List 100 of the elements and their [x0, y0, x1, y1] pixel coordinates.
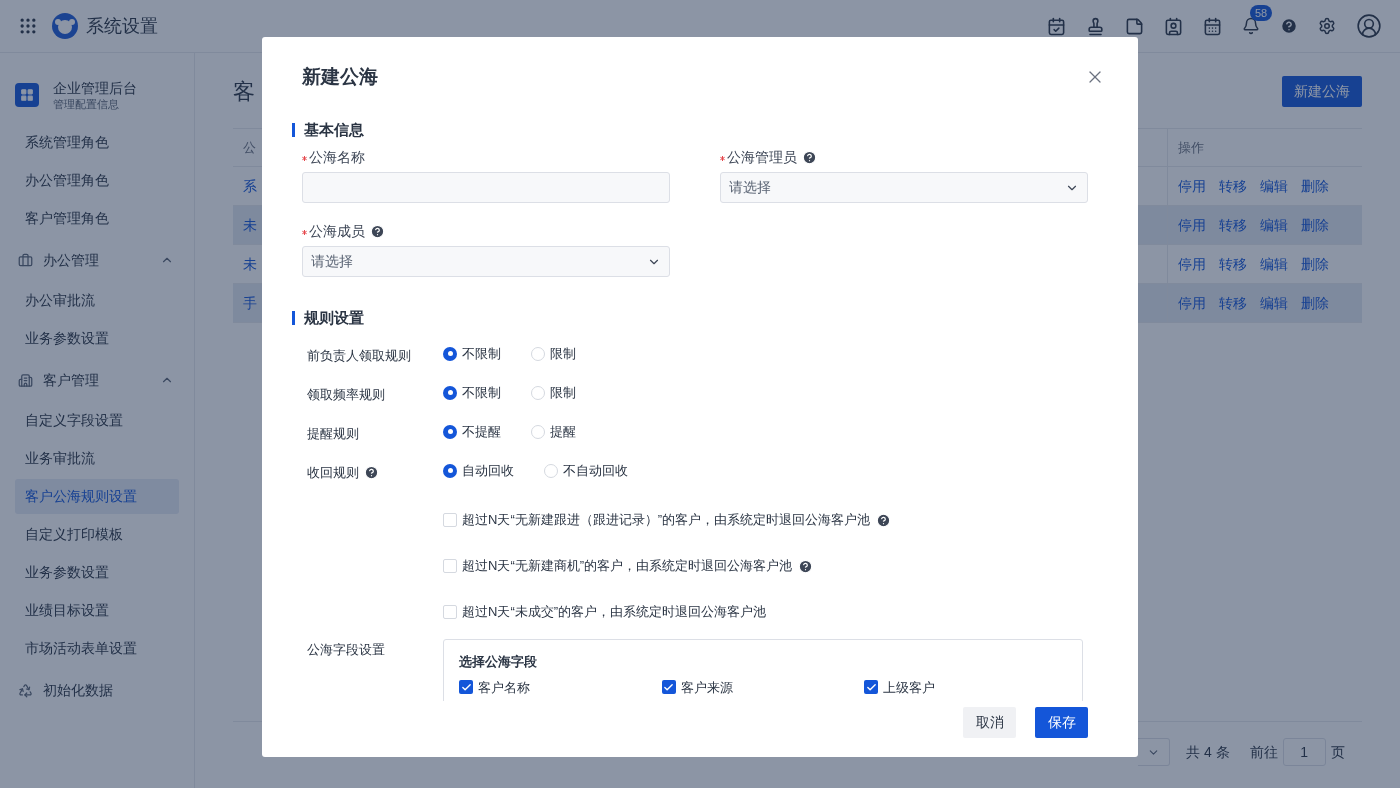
- help-icon[interactable]: [876, 512, 892, 528]
- action-link[interactable]: 停用: [1178, 175, 1206, 197]
- radio-button[interactable]: [544, 463, 558, 478]
- checkbox[interactable]: [459, 680, 473, 695]
- table-cell[interactable]: 系: [233, 175, 261, 197]
- radio-button[interactable]: [443, 385, 457, 400]
- checkbox-label[interactable]: 客户来源: [680, 677, 733, 697]
- recycle-icon: [18, 682, 33, 698]
- checkbox-label[interactable]: 超过N天“无新建商机”的客户，由系统定时退回公海客户池: [462, 556, 793, 576]
- radio-label[interactable]: 限制: [550, 343, 576, 364]
- action-link[interactable]: 删除: [1301, 214, 1329, 236]
- apps-grid-icon[interactable]: [18, 16, 38, 36]
- sidebar-item[interactable]: 市场活动表单设置: [15, 631, 179, 666]
- checkbox[interactable]: [443, 605, 457, 619]
- sidebar-item[interactable]: 业绩目标设置: [15, 593, 179, 628]
- dialog-title: 新建公海: [302, 64, 378, 89]
- radio-button[interactable]: [443, 463, 457, 478]
- radio-button[interactable]: [443, 346, 457, 361]
- field-label: 公海名称: [309, 147, 365, 167]
- select-field[interactable]: 请选择: [302, 246, 670, 277]
- sidebar-item[interactable]: 客户公海规则设置: [15, 479, 179, 514]
- admin-icon: [15, 83, 39, 107]
- column-header: 公: [242, 138, 257, 157]
- checkbox-label[interactable]: 上级客户: [883, 677, 936, 697]
- radio-label[interactable]: 不限制: [462, 382, 501, 403]
- note-icon[interactable]: [1125, 16, 1144, 36]
- action-link[interactable]: 删除: [1301, 292, 1329, 314]
- total-count: 共 4 条: [1186, 742, 1230, 762]
- action-link[interactable]: 编辑: [1260, 253, 1288, 275]
- checkbox[interactable]: [443, 559, 457, 573]
- calendar-icon[interactable]: [1203, 16, 1222, 36]
- radio-label[interactable]: 限制: [550, 382, 576, 403]
- action-link[interactable]: 编辑: [1260, 175, 1288, 197]
- field-label: 公海成员: [309, 221, 365, 241]
- sidebar-item[interactable]: 办公审批流: [15, 283, 179, 318]
- action-link[interactable]: 转移: [1219, 292, 1247, 314]
- sidebar-group[interactable]: 客户管理: [15, 360, 179, 400]
- radio-label[interactable]: 不限制: [462, 343, 501, 364]
- sidebar-item[interactable]: 业务参数设置: [15, 321, 179, 356]
- sidebar-item[interactable]: 办公管理角色: [15, 163, 179, 198]
- checkbox-label[interactable]: 客户名称: [478, 677, 530, 697]
- help-icon[interactable]: [1280, 17, 1298, 35]
- column-header: 操作: [1167, 129, 1362, 166]
- radio-label[interactable]: 不提醒: [462, 421, 501, 442]
- stamp-icon[interactable]: [1086, 16, 1105, 36]
- radio-button[interactable]: [531, 385, 545, 400]
- checkbox[interactable]: [864, 680, 879, 695]
- help-icon[interactable]: [370, 223, 385, 239]
- new-button[interactable]: 新建公海: [1282, 76, 1362, 107]
- help-icon[interactable]: [364, 465, 379, 480]
- table-cell[interactable]: 未: [233, 253, 261, 275]
- rule-label: 前负责人领取规则: [307, 346, 411, 365]
- table-cell[interactable]: 手: [233, 292, 261, 314]
- action-link[interactable]: 转移: [1219, 175, 1247, 197]
- settings-icon[interactable]: [1318, 17, 1336, 35]
- radio-button[interactable]: [443, 424, 457, 439]
- notification-icon[interactable]: [1242, 17, 1260, 35]
- action-link[interactable]: 编辑: [1260, 292, 1288, 314]
- action-link[interactable]: 停用: [1178, 214, 1206, 236]
- radio-button[interactable]: [531, 346, 545, 361]
- action-link[interactable]: 转移: [1219, 214, 1247, 236]
- sidebar-item[interactable]: 自定义字段设置: [15, 403, 179, 438]
- sidebar-item[interactable]: 自定义打印模板: [15, 517, 179, 552]
- help-icon[interactable]: [802, 149, 817, 165]
- dialog-button[interactable]: 取消: [963, 707, 1016, 738]
- sidebar-group[interactable]: 办公管理: [15, 240, 179, 280]
- checkbox[interactable]: [443, 513, 457, 527]
- sidebar-item[interactable]: 业务审批流: [15, 441, 179, 476]
- contact-book-icon[interactable]: [1164, 16, 1183, 36]
- building-icon: [18, 372, 33, 388]
- page-input[interactable]: 1: [1282, 738, 1326, 766]
- radio-button[interactable]: [531, 424, 545, 439]
- dialog-button[interactable]: 保存: [1035, 707, 1088, 738]
- sidebar-item[interactable]: 系统管理角色: [15, 125, 179, 160]
- action-link[interactable]: 停用: [1178, 253, 1206, 275]
- sidebar-item[interactable]: 业务参数设置: [15, 555, 179, 590]
- table-cell[interactable]: 未: [233, 214, 261, 236]
- checkbox-label[interactable]: 超过N天“未成交”的客户，由系统定时退回公海客户池: [462, 602, 767, 622]
- checkbox-label[interactable]: 超过N天“无新建跟进（跟进记录）”的客户，由系统定时退回公海客户池: [462, 510, 871, 530]
- action-link[interactable]: 停用: [1178, 292, 1206, 314]
- checkbox[interactable]: [661, 680, 676, 695]
- calendar-check-icon[interactable]: [1047, 16, 1066, 36]
- page-suffix: 页: [1330, 742, 1345, 762]
- sidebar-group[interactable]: 初始化数据: [15, 670, 179, 710]
- action-link[interactable]: 转移: [1219, 253, 1247, 275]
- radio-label[interactable]: 自动回收: [462, 460, 514, 481]
- help-icon[interactable]: [798, 558, 814, 574]
- text-field[interactable]: [302, 172, 670, 203]
- sidebar-item[interactable]: 客户管理角色: [15, 201, 179, 236]
- radio-label[interactable]: 不自动回收: [563, 460, 628, 481]
- avatar-icon[interactable]: [1356, 13, 1382, 39]
- section-title: 规则设置: [304, 307, 364, 328]
- action-link[interactable]: 编辑: [1260, 214, 1288, 236]
- radio-label[interactable]: 提醒: [550, 421, 576, 442]
- select-field[interactable]: 请选择: [720, 172, 1088, 203]
- sidebar-subtitle: 管理配置信息: [53, 97, 120, 111]
- logo-icon: [52, 13, 78, 39]
- action-link[interactable]: 删除: [1301, 253, 1329, 275]
- rule-label: 领取频率规则: [307, 385, 385, 404]
- action-link[interactable]: 删除: [1301, 175, 1329, 197]
